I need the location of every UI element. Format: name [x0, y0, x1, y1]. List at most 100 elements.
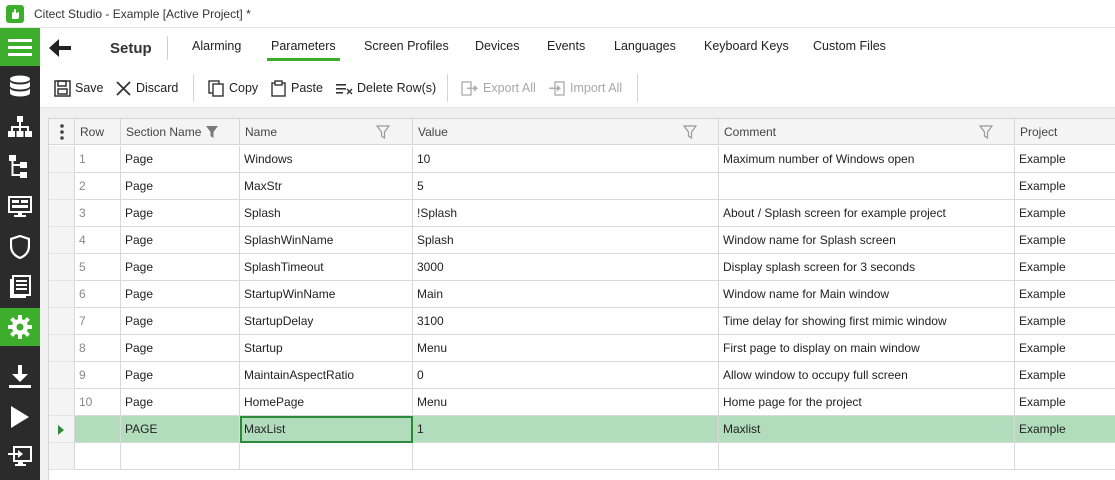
tab-screen-profiles[interactable]: Screen Profiles	[364, 39, 449, 53]
cell-name[interactable]: StartupDelay	[240, 308, 413, 335]
paste-button[interactable]: Paste	[270, 78, 323, 98]
delete-rows-button[interactable]: Delete Row(s)	[335, 78, 436, 98]
cell-comment[interactable]: Window name for Splash screen	[719, 227, 1015, 254]
tab-events[interactable]: Events	[547, 39, 585, 53]
cell-project[interactable]: Example	[1015, 335, 1115, 362]
cell-row[interactable]	[75, 416, 121, 443]
cell-project[interactable]: Example	[1015, 389, 1115, 416]
cell-row[interactable]: 2	[75, 173, 121, 200]
cell-name[interactable]	[240, 443, 413, 470]
row-indicator[interactable]	[49, 308, 75, 335]
tab-devices[interactable]: Devices	[475, 39, 519, 53]
column-options-button[interactable]	[49, 119, 75, 145]
cell-project[interactable]: Example	[1015, 281, 1115, 308]
row-indicator[interactable]	[49, 416, 75, 443]
tab-languages[interactable]: Languages	[614, 39, 676, 53]
cell-section-name[interactable]: Page	[121, 308, 240, 335]
column-header-project[interactable]: Project	[1015, 119, 1115, 145]
cell-project[interactable]: Example	[1015, 308, 1115, 335]
tab-custom-files[interactable]: Custom Files	[813, 39, 886, 53]
cell-comment[interactable]: Display splash screen for 3 seconds	[719, 254, 1015, 281]
document-icon[interactable]	[0, 268, 40, 306]
cell-name[interactable]: Splash	[240, 200, 413, 227]
tree-icon[interactable]	[0, 148, 40, 186]
cell-section-name[interactable]: Page	[121, 227, 240, 254]
column-header-name[interactable]: Name	[240, 119, 413, 145]
cell-value[interactable]	[413, 443, 719, 470]
cell-section-name[interactable]: Page	[121, 146, 240, 173]
cell-value[interactable]: 10	[413, 146, 719, 173]
hierarchy-icon[interactable]	[0, 108, 40, 146]
cell-name[interactable]: Startup	[240, 335, 413, 362]
cell-project[interactable]: Example	[1015, 254, 1115, 281]
cell-value[interactable]: 5	[413, 173, 719, 200]
cell-section-name[interactable]: Page	[121, 281, 240, 308]
export-all-button[interactable]: Export All	[461, 78, 536, 98]
cell-project[interactable]	[1015, 443, 1115, 470]
login-icon[interactable]	[0, 438, 40, 476]
cell-row[interactable]: 7	[75, 308, 121, 335]
download-icon[interactable]	[0, 358, 40, 396]
cell-value[interactable]: 1	[413, 416, 719, 443]
column-header-section-name[interactable]: Section Name	[121, 119, 240, 145]
cell-row[interactable]: 4	[75, 227, 121, 254]
cell-row[interactable]: 9	[75, 362, 121, 389]
screen-icon[interactable]	[0, 188, 40, 226]
cell-comment[interactable]: Maxlist	[719, 416, 1015, 443]
cell-section-name[interactable]: Page	[121, 335, 240, 362]
tab-alarming[interactable]: Alarming	[192, 39, 241, 53]
cell-name[interactable]: MaxStr	[240, 173, 413, 200]
filter-icon[interactable]	[683, 125, 697, 139]
cell-value[interactable]: !Splash	[413, 200, 719, 227]
cell-section-name[interactable]: PAGE	[121, 416, 240, 443]
discard-button[interactable]: Discard	[115, 78, 178, 98]
cell-project[interactable]: Example	[1015, 227, 1115, 254]
database-icon[interactable]	[0, 68, 40, 106]
back-arrow-icon[interactable]	[48, 36, 72, 60]
cell-row[interactable]: 5	[75, 254, 121, 281]
cell-row[interactable]	[75, 443, 121, 470]
row-indicator[interactable]	[49, 443, 75, 470]
cell-name[interactable]: Windows	[240, 146, 413, 173]
cell-comment[interactable]: First page to display on main window	[719, 335, 1015, 362]
cell-value[interactable]: 3000	[413, 254, 719, 281]
filter-icon[interactable]	[205, 125, 219, 139]
cell-row[interactable]: 8	[75, 335, 121, 362]
row-indicator[interactable]	[49, 335, 75, 362]
save-button[interactable]: Save	[54, 78, 104, 98]
row-indicator[interactable]	[49, 281, 75, 308]
play-icon[interactable]	[0, 398, 40, 436]
cell-value[interactable]: Menu	[413, 389, 719, 416]
cell-section-name[interactable]: Page	[121, 389, 240, 416]
cell-row[interactable]: 10	[75, 389, 121, 416]
cell-value[interactable]: 3100	[413, 308, 719, 335]
copy-button[interactable]: Copy	[208, 78, 258, 98]
gear-icon[interactable]	[0, 308, 40, 346]
cell-name[interactable]: StartupWinName	[240, 281, 413, 308]
row-indicator[interactable]	[49, 146, 75, 173]
cell-comment[interactable]	[719, 443, 1015, 470]
row-indicator[interactable]	[49, 200, 75, 227]
cell-name[interactable]: MaxList	[240, 416, 413, 443]
shield-icon[interactable]	[0, 228, 40, 266]
column-header-value[interactable]: Value	[413, 119, 719, 145]
cell-section-name[interactable]: Page	[121, 362, 240, 389]
cell-value[interactable]: Splash	[413, 227, 719, 254]
cell-name[interactable]: MaintainAspectRatio	[240, 362, 413, 389]
cell-project[interactable]: Example	[1015, 416, 1115, 443]
cell-value[interactable]: Menu	[413, 335, 719, 362]
cell-project[interactable]: Example	[1015, 173, 1115, 200]
cell-project[interactable]: Example	[1015, 362, 1115, 389]
cell-comment[interactable]: Window name for Main window	[719, 281, 1015, 308]
cell-value[interactable]: 0	[413, 362, 719, 389]
column-header-row[interactable]: Row	[75, 119, 121, 145]
import-all-button[interactable]: Import All	[548, 78, 622, 98]
cell-comment[interactable]: Home page for the project	[719, 389, 1015, 416]
row-indicator[interactable]	[49, 254, 75, 281]
cell-project[interactable]: Example	[1015, 146, 1115, 173]
cell-value[interactable]: Main	[413, 281, 719, 308]
tab-parameters[interactable]: Parameters	[267, 39, 340, 61]
row-indicator[interactable]	[49, 362, 75, 389]
row-indicator[interactable]	[49, 227, 75, 254]
row-indicator[interactable]	[49, 173, 75, 200]
